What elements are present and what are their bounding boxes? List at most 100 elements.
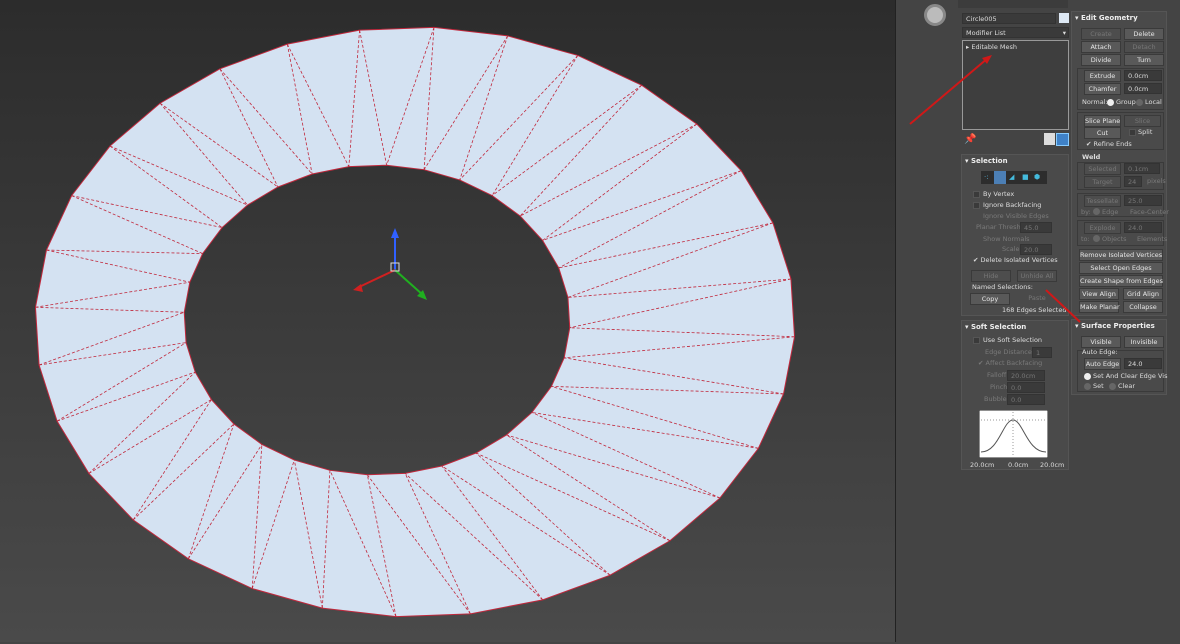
collapse-button[interactable]: Collapse [1123,301,1163,313]
view-align-button[interactable]: View Align [1079,288,1119,300]
edit-geometry-rollout: ▾ Edit Geometry Create Delete Attach Det… [1071,11,1169,316]
surface-properties-rollout: ▾ Surface Properties Visible Invisible A… [1071,319,1167,395]
grid-align-button[interactable]: Grid Align [1123,288,1163,300]
attach-button[interactable]: Attach [1081,41,1121,53]
modifier-stack[interactable]: ▸ Editable Mesh [962,40,1069,130]
delete-isolated-checkbox[interactable]: ✔ Delete Isolated Vertices [973,256,1058,264]
use-soft-selection-checkbox[interactable] [973,337,980,344]
modifier-sets-icon[interactable] [1056,133,1069,146]
weld-target-button[interactable]: Target [1084,176,1121,188]
use-soft-selection-label: Use Soft Selection [983,336,1043,344]
modifier-list-dropdown[interactable]: Modifier List ▾ [962,27,1069,38]
pin-stack-icon[interactable]: 📌 [964,134,976,145]
group-label: Group [1116,98,1136,106]
extrude-button[interactable]: Extrude [1084,70,1121,82]
falloff-curve-graph [979,410,1048,458]
edge-distance-spinner[interactable]: 1 [1032,347,1052,358]
auto-edge-label: Auto Edge: [1082,348,1118,356]
to-label: to: [1081,235,1090,243]
configure-icon[interactable] [1044,133,1055,145]
edge-radio[interactable] [1093,208,1100,215]
target-pixels-spinner[interactable]: 24 [1124,176,1142,187]
weld-selected-button[interactable]: Selected [1084,163,1121,175]
curve-right-label: 20.0cm [1040,461,1065,469]
command-panel: Circle005 Modifier List ▾ ▸ Editable Mesh… [958,0,1180,642]
chamfer-button[interactable]: Chamfer [1084,83,1121,95]
bubble-label: Bubble: [984,395,1009,403]
chamfer-spinner[interactable]: 0.0cm [1124,83,1162,94]
by-label: by: [1081,208,1091,216]
element-icon[interactable]: ⬢ [1034,173,1040,181]
subobject-toolbar: ·: ◢ ■ ⬢ [981,171,1047,184]
edge-label: Edge [1102,208,1119,216]
affect-backfacing-checkbox[interactable]: ✔ Affect Backfacing [978,359,1042,367]
auto-edge-spinner[interactable]: 24.0 [1124,358,1162,369]
copy-button[interactable]: Copy [970,293,1010,305]
create-button[interactable]: Create [1081,28,1121,40]
bubble-spinner[interactable]: 0.0 [1007,394,1045,405]
elements-label: Elements [1137,235,1168,243]
detach-button[interactable]: Detach [1124,41,1164,53]
group-radio[interactable] [1107,99,1114,106]
extrude-spinner[interactable]: 0.0cm [1124,70,1162,81]
face-icon[interactable]: ◢ [1009,173,1014,181]
ignore-backfacing-checkbox[interactable] [973,202,980,209]
turn-button[interactable]: Turn [1124,54,1164,66]
planar-thresh-spinner[interactable]: 45.0 [1020,222,1052,233]
stack-item-editable-mesh[interactable]: ▸ Editable Mesh [966,43,1017,51]
soft-selection-title[interactable]: ▾ Soft Selection [965,323,1026,331]
create-shape-from-edges-button[interactable]: Create Shape from Edges [1079,275,1163,287]
red-arrow-annotation [0,0,895,642]
selection-rollout: ▾ Selection ·: ◢ ■ ⬢ By Vertex Ignore Ba… [961,154,1069,316]
divide-button[interactable]: Divide [1081,54,1121,66]
set-and-clear-radio[interactable] [1084,373,1091,380]
objects-radio[interactable] [1093,235,1100,242]
split-checkbox[interactable] [1129,129,1136,136]
modifier-list-label: Modifier List [966,29,1006,37]
panel-tabs[interactable] [958,0,1068,8]
by-vertex-label: By Vertex [983,190,1015,198]
refine-ends-checkbox[interactable]: ✔ Refine Ends [1086,140,1132,148]
pinch-spinner[interactable]: 0.0 [1007,382,1045,393]
edit-geometry-title[interactable]: ▾ Edit Geometry [1075,14,1138,22]
select-open-edges-button[interactable]: Select Open Edges [1079,262,1163,274]
selection-title[interactable]: ▾ Selection [965,157,1008,165]
polygon-icon[interactable]: ■ [1022,173,1029,181]
weld-label: Weld [1082,153,1101,161]
local-radio[interactable] [1136,99,1143,106]
object-color-swatch[interactable] [1059,13,1069,23]
tessellate-button[interactable]: Tessellate [1084,195,1121,207]
slice-button[interactable]: Slice [1124,115,1161,127]
vertex-icon[interactable]: ·: [984,173,989,181]
by-vertex-checkbox[interactable] [973,191,980,198]
paste-button[interactable]: Paste [1017,293,1057,305]
auto-edge-button[interactable]: Auto Edge [1084,358,1121,370]
unhide-all-button[interactable]: Unhide All [1017,270,1057,282]
weld-threshold-spinner[interactable]: 0.1cm [1124,163,1160,174]
clear-radio[interactable] [1109,383,1116,390]
explode-button[interactable]: Explode [1084,222,1121,234]
object-name-field[interactable]: Circle005 [962,13,1056,24]
viewport[interactable] [0,0,895,642]
visible-button[interactable]: Visible [1081,336,1121,348]
surface-properties-title[interactable]: ▾ Surface Properties [1075,322,1155,330]
set-and-clear-label: Set And Clear Edge Vis [1093,372,1168,380]
named-selections-label: Named Selections: [972,283,1033,291]
make-planar-button[interactable]: Make Planar [1079,301,1120,313]
edge-icon[interactable] [994,171,1006,184]
tessellate-spinner[interactable]: 25.0 [1124,195,1162,206]
invisible-button[interactable]: Invisible [1124,336,1164,348]
cut-button[interactable]: Cut [1084,127,1121,139]
slice-plane-button[interactable]: Slice Plane [1084,115,1121,127]
scale-spinner[interactable]: 20.0 [1020,244,1052,255]
split-label: Split [1138,128,1153,136]
viewcube-icon[interactable] [924,4,946,26]
delete-button[interactable]: Delete [1124,28,1164,40]
remove-isolated-vertices-button[interactable]: Remove Isolated Vertices [1079,249,1163,261]
set-radio[interactable] [1084,383,1091,390]
soft-selection-rollout: ▾ Soft Selection Use Soft Selection Edge… [961,320,1069,470]
selection-status: 168 Edges Selected [1002,306,1067,314]
explode-spinner[interactable]: 24.0 [1124,222,1162,233]
hide-button[interactable]: Hide [971,270,1011,282]
falloff-spinner[interactable]: 20.0cm [1007,370,1045,381]
